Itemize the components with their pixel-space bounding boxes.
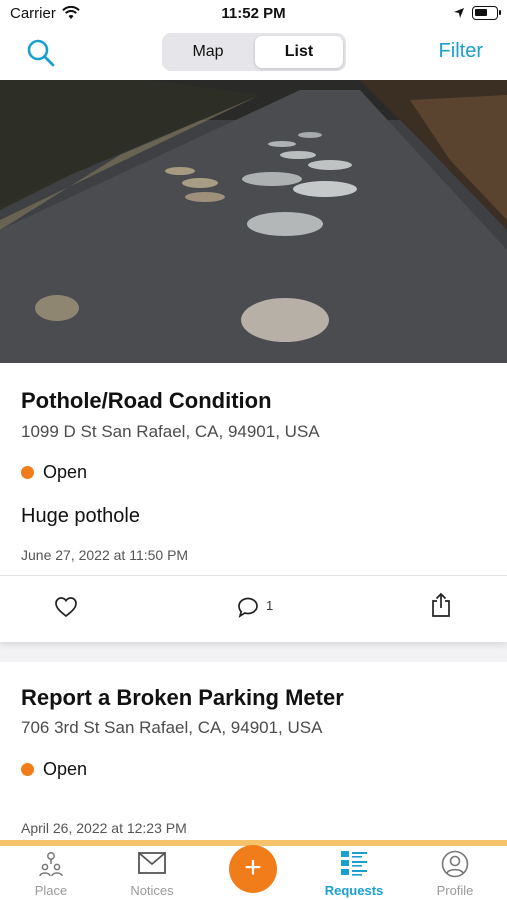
request-date: April 26, 2022 at 12:23 PM xyxy=(21,820,187,836)
request-title: Pothole/Road Condition xyxy=(21,388,272,413)
tab-place[interactable]: Place xyxy=(1,846,101,900)
request-title: Report a Broken Parking Meter xyxy=(21,685,344,710)
tab-profile[interactable]: Profile xyxy=(405,846,505,900)
status-label: Open xyxy=(43,759,88,779)
view-segmented-control: Map List xyxy=(162,33,346,71)
plus-icon: + xyxy=(244,851,262,884)
tab-label: Profile xyxy=(436,883,474,898)
card-actions: 1 xyxy=(0,575,507,642)
request-description: Huge pothole xyxy=(21,505,140,527)
request-card[interactable]: Report a Broken Parking Meter 706 3rd St… xyxy=(0,662,507,846)
request-address: 1099 D St San Rafael, CA, 94901, USA xyxy=(21,422,320,441)
status-bar: Carrier 11:52 PM xyxy=(0,0,507,28)
nav-bar: Map List Filter xyxy=(0,28,507,80)
profile-icon xyxy=(441,850,469,878)
clock: 11:52 PM xyxy=(221,5,286,22)
status-label: Open xyxy=(43,462,88,482)
tab-label: Requests xyxy=(324,883,384,898)
search-icon[interactable] xyxy=(26,38,56,68)
comment-icon[interactable] xyxy=(237,596,259,618)
tab-notices[interactable]: Notices xyxy=(102,846,202,900)
status-dot-icon xyxy=(21,466,34,479)
tab-label: Place xyxy=(34,883,68,898)
share-icon[interactable] xyxy=(430,592,452,618)
tab-bar: Place Notices + Requests Profile xyxy=(0,845,507,900)
list-icon xyxy=(341,851,367,876)
status-badge: Open xyxy=(21,759,87,780)
request-date: June 27, 2022 at 11:50 PM xyxy=(21,547,189,563)
location-arrow-icon xyxy=(454,8,464,18)
tab-label: Notices xyxy=(130,883,174,898)
battery-icon xyxy=(472,6,501,20)
segment-list[interactable]: List xyxy=(255,36,343,68)
comment-count: 1 xyxy=(266,598,274,613)
add-request-button[interactable]: + xyxy=(229,845,277,893)
place-icon xyxy=(39,852,63,877)
request-address: 706 3rd St San Rafael, CA, 94901, USA xyxy=(21,718,323,737)
request-card[interactable]: Pothole/Road Condition 1099 D St San Raf… xyxy=(0,80,507,642)
request-list[interactable]: Pothole/Road Condition 1099 D St San Raf… xyxy=(0,80,507,846)
heart-icon[interactable] xyxy=(54,595,78,619)
status-dot-icon xyxy=(21,763,34,776)
request-photo[interactable] xyxy=(0,80,507,363)
status-badge: Open xyxy=(21,462,87,483)
mail-icon xyxy=(138,852,166,874)
filter-button[interactable]: Filter xyxy=(439,40,483,63)
segment-map[interactable]: Map xyxy=(165,36,251,68)
tab-requests[interactable]: Requests xyxy=(304,846,404,900)
